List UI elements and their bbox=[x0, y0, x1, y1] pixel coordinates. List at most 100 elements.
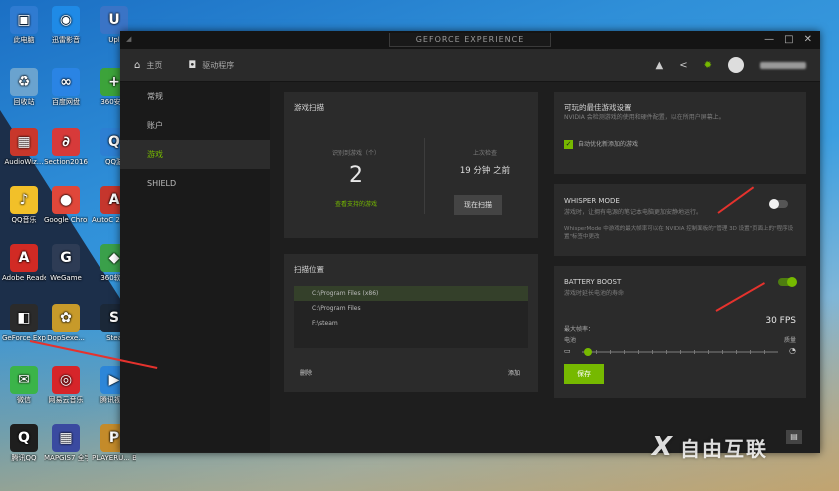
desktop-app-icon: ▣ bbox=[10, 6, 38, 34]
whisper-mode-detail: WhisperMode 中游戏的最大帧率可以在 NVIDIA 控制面板的"管理 … bbox=[564, 226, 794, 240]
desktop-app-icon: ▦ bbox=[52, 424, 80, 452]
maximize-icon[interactable]: □ bbox=[784, 34, 793, 45]
nav-drivers[interactable]: ◘ 驱动程序 bbox=[188, 60, 234, 71]
feedback-icon[interactable]: ▤ bbox=[786, 430, 802, 444]
nvidia-logo-icon: ◢ bbox=[126, 35, 132, 43]
view-supported-games-link[interactable]: 查看支持的游戏 bbox=[312, 200, 400, 209]
desktop-icon[interactable]: ✿ DopSexe... bbox=[44, 304, 88, 343]
desktop-icon[interactable]: ♻ 回收站 bbox=[2, 68, 46, 107]
settings-main: 游戏扫描 识别到游戏（个） 2 查看支持的游戏 上次检查 19 分钟 之前 现在… bbox=[270, 82, 820, 452]
speedometer-icon: ◔ bbox=[789, 346, 796, 355]
desktop-icon[interactable]: ✉ 微信 bbox=[2, 366, 46, 405]
quality-label: 质量 bbox=[783, 337, 796, 344]
desktop-icon-label: AudioWiz... bbox=[4, 158, 44, 166]
desktop-icon[interactable]: ▦ MAPGIS7 全字体 bbox=[44, 424, 88, 463]
avatar[interactable] bbox=[728, 57, 744, 73]
battery-icon: ▭ bbox=[564, 347, 571, 355]
scan-divider bbox=[424, 138, 425, 214]
desktop-app-icon: A bbox=[10, 244, 38, 272]
desktop-icon[interactable]: ◧GeForce Experience bbox=[2, 304, 46, 343]
sidebar-item-account[interactable]: 账户 bbox=[120, 111, 270, 140]
close-icon[interactable]: ✕ bbox=[804, 34, 812, 45]
slider-tick bbox=[722, 350, 723, 354]
desktop-icon[interactable]: ◎ 网易云音乐 bbox=[44, 366, 88, 405]
desktop-icon[interactable]: Q 腾讯QQ bbox=[2, 424, 46, 463]
desktop-icon[interactable]: ▣ 此电脑 bbox=[2, 6, 46, 45]
last-check-label: 上次检查 bbox=[472, 150, 497, 157]
desktop-icon[interactable]: ∂ Section2016 bbox=[44, 128, 88, 167]
desktop-icon-label: 回收站 bbox=[13, 98, 35, 106]
desktop-app-icon: ∞ bbox=[52, 68, 80, 96]
scan-path-row[interactable]: C:\Program Files bbox=[294, 301, 528, 316]
desktop-app-icon: ◉ bbox=[52, 6, 80, 34]
window-brand: GEFORCE EXPERIENCE bbox=[388, 33, 552, 47]
scan-now-button[interactable]: 现在扫描 bbox=[454, 195, 502, 215]
battery-boost-toggle[interactable] bbox=[778, 277, 797, 287]
watermark-text: 自由互联 bbox=[680, 436, 769, 461]
slider-tick bbox=[708, 350, 709, 354]
desktop-icon[interactable]: ∞ 百度网盘 bbox=[44, 68, 88, 107]
desktop-icon[interactable]: G WeGame bbox=[44, 244, 88, 283]
minimize-icon[interactable]: — bbox=[764, 34, 774, 45]
sidebar-item-games[interactable]: 游戏 bbox=[120, 140, 270, 169]
battery-boost-title: BATTERY BOOST bbox=[564, 278, 622, 286]
fps-slider[interactable] bbox=[582, 348, 778, 356]
remove-path-button[interactable]: 删除 bbox=[300, 369, 312, 378]
save-button[interactable]: 保存 bbox=[564, 364, 604, 384]
desktop-icon-label: MAPGIS7 全字体 bbox=[44, 454, 88, 462]
nav-drivers-label: 驱动程序 bbox=[202, 60, 235, 70]
desktop-icon-label: Section2016 bbox=[44, 158, 88, 166]
whisper-mode-description: 游戏时，让拥有电源的笔记本电脑更加安静地运行。 bbox=[564, 209, 703, 216]
fps-slider-knob[interactable] bbox=[584, 348, 592, 356]
battery-boost-description: 游戏时延长电池的寿命 bbox=[564, 290, 625, 297]
desktop-icon-label: 此电脑 bbox=[13, 36, 35, 44]
sidebar-item-general[interactable]: 常规 bbox=[120, 82, 270, 111]
desktop-app-icon: ✿ bbox=[52, 304, 80, 332]
title-bar[interactable]: ◢ GEFORCE EXPERIENCE — □ ✕ bbox=[120, 31, 820, 49]
slider-tick bbox=[638, 350, 639, 354]
game-scan-panel: 游戏扫描 识别到游戏（个） 2 查看支持的游戏 上次检查 19 分钟 之前 现在… bbox=[284, 92, 538, 238]
gear-icon[interactable]: ✹ bbox=[704, 60, 712, 71]
nav-home[interactable]: ⌂ 主页 bbox=[134, 60, 162, 71]
battery-toggle-knob bbox=[787, 277, 797, 287]
desktop-app-icon: ♪ bbox=[10, 186, 38, 214]
desktop-icon[interactable]: A Adobe Reader XI bbox=[2, 244, 46, 283]
scan-path-row[interactable]: F:\steam bbox=[294, 316, 528, 331]
add-path-button[interactable]: 添加 bbox=[508, 369, 520, 378]
scan-path-row[interactable]: C:\Program Files (x86) bbox=[294, 286, 528, 301]
geforce-experience-window: ◢ GEFORCE EXPERIENCE — □ ✕ ⌂ 主页 ◘ 驱动程序 ▲… bbox=[120, 31, 820, 453]
desktop-icon-label: QQ音乐 bbox=[11, 216, 37, 224]
desktop-icon[interactable]: ▦ AudioWiz... bbox=[2, 128, 46, 167]
optimal-settings-description: NVIDIA 会检测游戏的使用和硬件配置，以在所用户屏幕上。 bbox=[564, 114, 725, 121]
slider-tick bbox=[694, 350, 695, 354]
slider-tick bbox=[750, 350, 751, 354]
driver-icon: ◘ bbox=[188, 59, 197, 71]
desktop-app-icon: U bbox=[100, 6, 128, 34]
found-games-count: 2 bbox=[349, 163, 363, 188]
max-fps-label: 最大帧率： bbox=[564, 326, 595, 333]
scan-path-list[interactable]: C:\Program Files (x86) C:\Program Files F:… bbox=[294, 286, 528, 348]
desktop-icon-label: Adobe Reader XI bbox=[2, 274, 46, 282]
bell-icon[interactable]: ▲ bbox=[656, 60, 664, 71]
battery-label: 电池 bbox=[564, 337, 577, 344]
desktop-icon[interactable]: ◉ 迅雷影音 bbox=[44, 6, 88, 45]
sidebar-item-label: SHIELD bbox=[147, 179, 177, 188]
share-icon[interactable]: < bbox=[679, 60, 687, 71]
home-icon: ⌂ bbox=[134, 59, 141, 71]
settings-sidebar: 常规 账户 游戏 SHIELD bbox=[120, 82, 270, 452]
desktop-icon-label: WeGame bbox=[50, 274, 82, 282]
top-navbar: ⌂ 主页 ◘ 驱动程序 ▲ < ✹ bbox=[120, 49, 820, 82]
desktop-app-icon: ∂ bbox=[52, 128, 80, 156]
auto-optimize-checkbox[interactable]: ✓ bbox=[564, 140, 573, 149]
username-redacted bbox=[760, 61, 806, 69]
desktop-icon[interactable]: ● Google Chrome bbox=[44, 186, 88, 225]
sidebar-item-shield[interactable]: SHIELD bbox=[120, 169, 270, 198]
last-check-value: 19 分钟 之前 bbox=[459, 166, 511, 176]
whisper-mode-toggle[interactable] bbox=[769, 199, 788, 209]
desktop-icon-label: 百度网盘 bbox=[52, 98, 80, 106]
desktop-icon[interactable]: ♪ QQ音乐 bbox=[2, 186, 46, 225]
slider-tick bbox=[666, 350, 667, 354]
desktop-app-icon: Q bbox=[10, 424, 38, 452]
desktop-icon-label: 腾讯QQ bbox=[11, 454, 37, 462]
desktop-icon-label: PLAYERU... BATTLEGR... bbox=[92, 454, 136, 462]
